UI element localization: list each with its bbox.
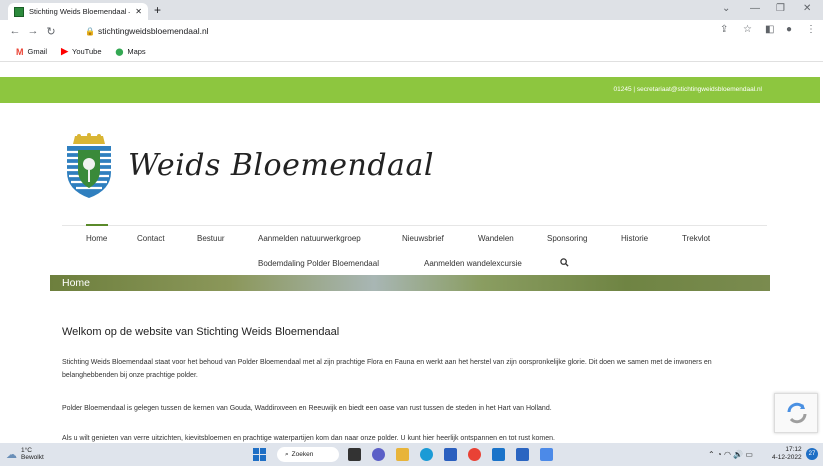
notification-badge[interactable]: 27 [806, 448, 818, 460]
recaptcha-icon [787, 402, 807, 424]
reload-icon[interactable]: ↻ [42, 25, 60, 38]
forward-icon[interactable]: → [24, 25, 42, 37]
welcome-heading: Welkom op de website van Stichting Weids… [62, 326, 340, 338]
word-icon[interactable] [516, 448, 529, 461]
edge-browser-icon[interactable] [420, 448, 433, 461]
chrome-icon[interactable] [468, 448, 481, 461]
taskbar-search[interactable]: ⌕ Zoeken [277, 447, 339, 462]
nav-bestuur[interactable]: Bestuur [197, 234, 225, 243]
weather-temp: 1°C [21, 447, 32, 454]
windows-start-icon[interactable] [253, 448, 266, 461]
search-icon[interactable] [560, 258, 569, 267]
tab-close-icon[interactable]: ✕ [135, 7, 142, 16]
bookmark-star-icon[interactable]: ☆ [743, 24, 752, 35]
new-tab-button[interactable]: + [154, 3, 161, 17]
restore-icon[interactable]: ❐ [776, 3, 785, 14]
nav-home[interactable]: Home [86, 234, 107, 243]
nav-sponsoring[interactable]: Sponsoring [547, 234, 587, 243]
store-icon[interactable] [444, 448, 457, 461]
lock-icon: 🔒 [85, 27, 95, 36]
nav-aanmelden-wandelexcursie[interactable]: Aanmelden wandelexcursie [424, 259, 522, 268]
page-title: Home [62, 277, 91, 289]
nav-bodemdaling[interactable]: Bodemdaling Polder Bloemendaal [258, 259, 379, 268]
site-logo-text[interactable]: Weids Bloemendaal [128, 148, 434, 183]
minimize-icon[interactable]: — [750, 3, 760, 14]
profile-icon[interactable]: ● [786, 24, 792, 35]
address-bar[interactable]: stichtingweidsbloemendaal.nl [98, 26, 209, 36]
close-window-icon[interactable]: ✕ [803, 3, 811, 14]
bookmark-gmail[interactable]: M Gmail [16, 47, 47, 57]
intro-paragraph: Stichting Weids Bloemendaal staat voor h… [62, 359, 712, 379]
cloud-icon: ☁ [6, 448, 17, 461]
site-favicon-icon [14, 6, 24, 17]
menu-icon[interactable]: ⋮ [806, 24, 816, 35]
nav-contact[interactable]: Contact [137, 234, 165, 243]
contact-info[interactable]: 01245 | secretariaat@stichtingweidsbloem… [614, 86, 762, 93]
bookmark-label: Maps [127, 47, 146, 56]
location-paragraph: Polder Bloemendaal is gelegen tussen de … [62, 405, 552, 412]
nav-historie[interactable]: Historie [621, 234, 648, 243]
nav-wandelen[interactable]: Wandelen [478, 234, 514, 243]
system-tray-icons[interactable]: ⌃ ◔ ◠ 🔊 ▭ [708, 450, 753, 459]
page-banner: Home [50, 275, 770, 291]
browser-tabbar: Stichting Weids Bloemendaal – St ✕ + ⌄ —… [0, 0, 823, 20]
coat-of-arms-icon[interactable] [61, 132, 117, 200]
weather-desc: Bewolkt [21, 454, 44, 461]
back-icon[interactable]: ← [6, 25, 24, 37]
nav-aanmelden-natuurwerkgroep[interactable]: Aanmelden natuurwerkgroep [258, 234, 361, 243]
gmail-icon: M [16, 46, 24, 57]
bookmark-youtube[interactable]: ▶ YouTube [61, 46, 101, 57]
visit-paragraph: Als u wilt genieten van verre uitzichten… [62, 435, 555, 442]
taskbar-clock[interactable]: 17:12 4-12-2022 [772, 446, 802, 462]
browser-tab[interactable]: Stichting Weids Bloemendaal – St ✕ [8, 3, 148, 20]
bookmark-label: Gmail [27, 47, 48, 56]
tab-title: Stichting Weids Bloemendaal – St [29, 7, 130, 16]
clock-time: 17:12 [785, 446, 802, 453]
youtube-icon: ▶ [61, 46, 69, 56]
windows-taskbar: ☁ 1°C Bewolkt ⌕ Zoeken ⌃ ◔ ◠ 🔊 ▭ 17:12 4… [0, 443, 823, 466]
teams-chat-icon[interactable] [372, 448, 385, 461]
photos-icon[interactable] [540, 448, 553, 461]
weather-widget[interactable]: ☁ 1°C Bewolkt [6, 447, 44, 461]
nav-divider [62, 225, 767, 226]
nav-active-indicator [86, 224, 108, 226]
taskbar-search-label: Zoeken [291, 451, 314, 458]
bookmark-maps[interactable]: ⬤ Maps [116, 47, 146, 56]
file-explorer-icon[interactable] [396, 448, 409, 461]
outlook-icon[interactable] [492, 448, 505, 461]
side-panel-icon[interactable]: ◧ [765, 24, 774, 35]
taskbar-search-icon: ⌕ [285, 450, 289, 458]
nav-nieuwsbrief[interactable]: Nieuwsbrief [402, 234, 444, 243]
bookmarks-bar: M Gmail ▶ YouTube ⬤ Maps [0, 42, 823, 62]
tab-search-chevron-icon[interactable]: ⌄ [722, 3, 730, 14]
recaptcha-badge[interactable] [774, 393, 818, 433]
bookmark-label: YouTube [72, 47, 102, 56]
share-icon[interactable]: ⇪ [720, 24, 728, 35]
site-topbar: 01245 | secretariaat@stichtingweidsbloem… [0, 77, 820, 103]
clock-date: 4-12-2022 [772, 454, 802, 461]
nav-trekvlot[interactable]: Trekvlot [682, 234, 710, 243]
maps-icon: ⬤ [115, 48, 124, 56]
task-view-icon[interactable] [348, 448, 361, 461]
